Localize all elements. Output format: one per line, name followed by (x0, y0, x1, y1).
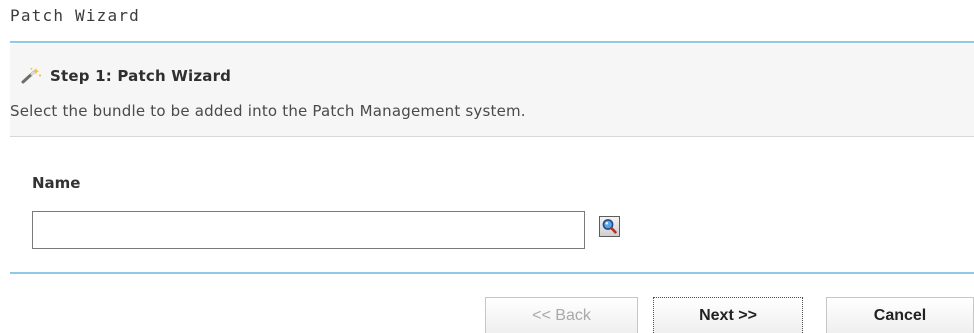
footer-divider (10, 272, 974, 274)
name-input[interactable] (32, 211, 585, 249)
step-description: Select the bundle to be added into the P… (10, 102, 526, 120)
magnifier-icon (602, 219, 617, 234)
patch-wizard-page: Patch Wizard Step 1: Patch Wizard Select… (0, 0, 974, 333)
magic-wand-icon (20, 67, 42, 85)
step-title: Step 1: Patch Wizard (50, 67, 232, 85)
next-button[interactable]: Next >> (653, 297, 803, 333)
cancel-button[interactable]: Cancel (826, 297, 974, 333)
name-label: Name (32, 174, 81, 192)
back-button[interactable]: << Back (485, 297, 638, 333)
window-title: Patch Wizard (10, 6, 140, 25)
title-divider (10, 41, 974, 43)
step-title-row: Step 1: Patch Wizard (20, 65, 231, 87)
lookup-button[interactable] (599, 216, 620, 237)
step-header: Step 1: Patch Wizard Select the bundle t… (10, 44, 974, 137)
